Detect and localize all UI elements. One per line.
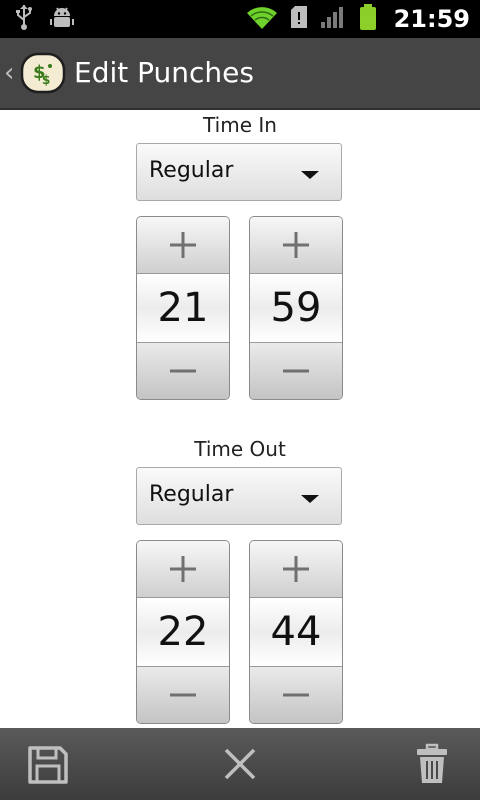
time-in-minute-value[interactable]: 59 [250,274,342,342]
time-out-minute-decrement-button[interactable] [250,666,342,723]
plus-icon [170,232,196,258]
battery-icon [358,3,378,35]
time-in-minute-decrement-button[interactable] [250,342,342,399]
time-out-hour-decrement-button[interactable] [137,666,229,723]
back-caret-icon[interactable]: ‹ [4,60,14,86]
time-in-label: Time In [203,113,277,137]
time-in-hour-value[interactable]: 21 [137,274,229,342]
time-out-minute-picker: 44 [249,540,343,724]
time-in-minute-increment-button[interactable] [250,217,342,274]
plus-icon [283,556,309,582]
time-in-minute-picker: 59 [249,216,343,400]
time-in-hour-increment-button[interactable] [137,217,229,274]
time-out-hour-picker: 22 [136,540,230,724]
android-debug-icon [50,5,74,33]
sd-card-icon [290,5,308,33]
status-bar: 21:59 [0,0,480,38]
dropdown-arrow-icon [301,495,319,503]
time-out-minute-value[interactable]: 44 [250,598,342,666]
wifi-icon [246,4,278,34]
time-out-type-spinner[interactable]: Regular [136,467,342,525]
time-in-hour-decrement-button[interactable] [137,342,229,399]
signal-icon [320,5,346,33]
usb-icon [14,4,34,34]
time-out-hour-value[interactable]: 22 [137,598,229,666]
time-out-hour-increment-button[interactable] [137,541,229,598]
minus-icon [283,693,309,697]
minus-icon [283,369,309,373]
status-time: 21:59 [393,5,470,33]
bottom-action-bar [0,728,480,800]
save-icon[interactable] [26,742,70,786]
time-out-type-value: Regular [149,482,234,507]
time-out-label: Time Out [194,437,286,461]
app-logo-icon[interactable]: $ $ [20,50,66,96]
time-out-minute-increment-button[interactable] [250,541,342,598]
page-title: Edit Punches [74,56,254,89]
screen: 21:59 ‹ $ $ Edit Punches Time In Regular… [0,0,480,800]
discard-icon[interactable] [218,742,262,786]
dropdown-arrow-icon [301,171,319,179]
time-in-hour-picker: 21 [136,216,230,400]
minus-icon [170,369,196,373]
plus-icon [283,232,309,258]
delete-icon[interactable] [410,742,454,786]
time-in-type-spinner[interactable]: Regular [136,143,342,201]
action-bar: ‹ $ $ Edit Punches [0,38,480,110]
minus-icon [170,693,196,697]
svg-text:$: $ [42,73,50,87]
time-in-type-value: Regular [149,158,234,183]
plus-icon [170,556,196,582]
